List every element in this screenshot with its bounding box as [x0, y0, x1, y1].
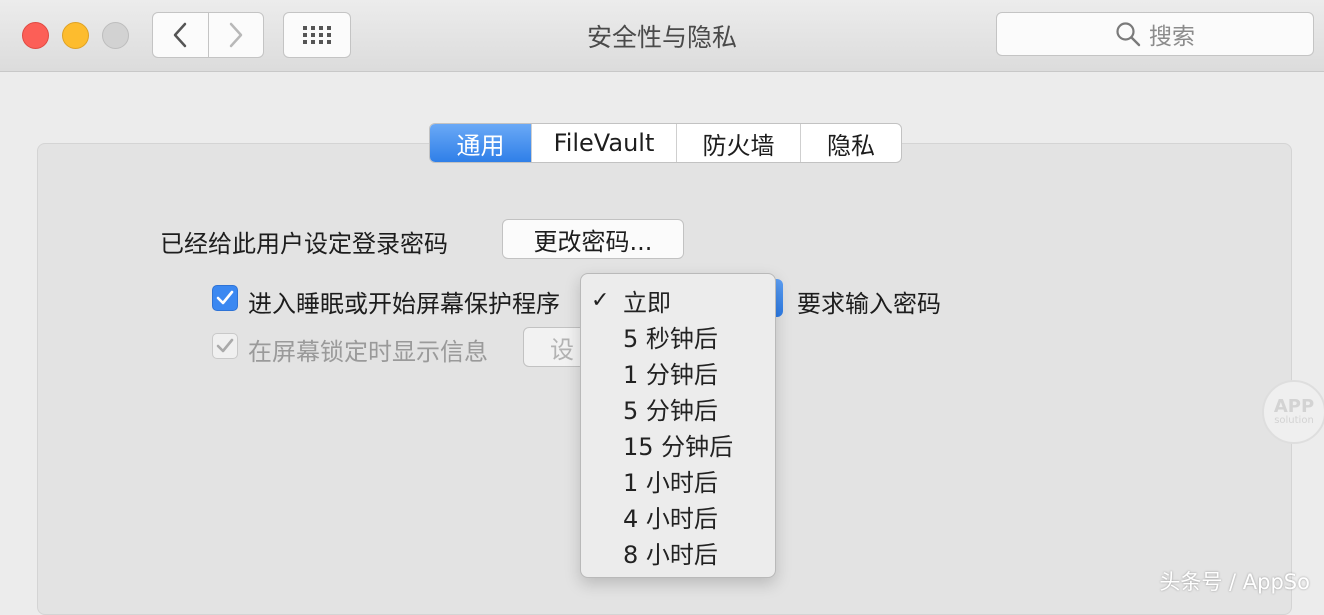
menu-item-label: 1 小时后 [623, 468, 718, 497]
checkmark-icon [216, 290, 234, 305]
tab-general[interactable]: 通用 [430, 124, 532, 162]
menu-item-label: 8 小时后 [623, 540, 718, 569]
watermark-credit: 头条号 / AppSo [1159, 570, 1310, 594]
watermark-logo-sub: solution [1274, 415, 1314, 426]
checkmark-icon: ✓ [591, 287, 610, 313]
menu-item-label: 5 分钟后 [623, 396, 718, 425]
menu-item-1-hour[interactable]: 1 小时后 [581, 462, 775, 498]
password-delay-menu: ✓ 立即 5 秒钟后 1 分钟后 5 分钟后 15 分钟后 1 小时后 4 小时后… [580, 273, 776, 578]
checkmark-icon [216, 338, 234, 353]
show-message-label: 在屏幕锁定时显示信息 [248, 338, 488, 366]
tab-filevault[interactable]: FileVault [532, 124, 677, 162]
menu-item-15-minutes[interactable]: 15 分钟后 [581, 426, 775, 462]
require-password-suffix: 要求输入密码 [797, 290, 941, 318]
search-placeholder: 搜索 [1149, 24, 1195, 50]
require-password-label: 进入睡眠或开始屏幕保护程序 [248, 290, 560, 318]
require-password-checkbox[interactable] [212, 285, 238, 311]
menu-item-label: 立即 [623, 288, 671, 317]
menu-item-label: 1 分钟后 [623, 360, 718, 389]
menu-item-label: 15 分钟后 [623, 432, 734, 461]
watermark-logo-main: APP [1273, 396, 1315, 417]
menu-item-1-minute[interactable]: 1 分钟后 [581, 354, 775, 390]
title-bar: 安全性与隐私 搜索 [0, 0, 1324, 72]
menu-item-label: 5 秒钟后 [623, 324, 718, 353]
change-password-button[interactable]: 更改密码... [502, 219, 684, 259]
menu-item-label: 4 小时后 [623, 504, 718, 533]
menu-item-8-hours[interactable]: 8 小时后 [581, 534, 775, 570]
menu-item-4-hours[interactable]: 4 小时后 [581, 498, 775, 534]
search-field[interactable]: 搜索 [996, 12, 1314, 56]
menu-item-5-minutes[interactable]: 5 分钟后 [581, 390, 775, 426]
search-icon [1116, 22, 1141, 47]
menu-item-immediately[interactable]: ✓ 立即 [581, 282, 775, 318]
show-message-checkbox[interactable] [212, 333, 238, 359]
watermark-logo: APP solution [1262, 380, 1324, 444]
menu-item-5-seconds[interactable]: 5 秒钟后 [581, 318, 775, 354]
tab-bar: 通用 FileVault 防火墙 隐私 [429, 123, 902, 163]
tab-firewall[interactable]: 防火墙 [677, 124, 801, 162]
password-set-label: 已经给此用户设定登录密码 [160, 230, 448, 258]
tab-privacy[interactable]: 隐私 [801, 124, 901, 162]
